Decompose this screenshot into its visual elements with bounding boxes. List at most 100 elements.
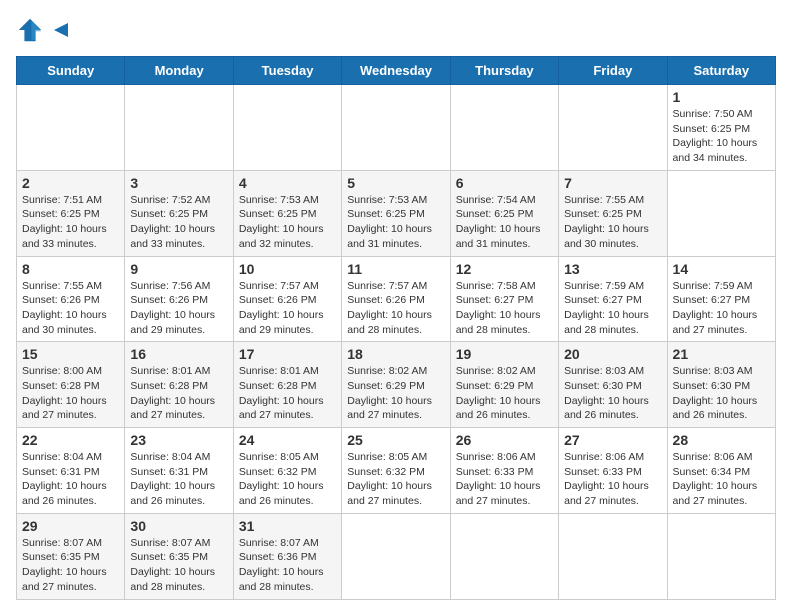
calendar-day: 15 Sunrise: 8:00 AM Sunset: 6:28 PM Dayl… xyxy=(17,342,125,428)
day-info: Sunrise: 8:07 AM Sunset: 6:36 PM Dayligh… xyxy=(239,536,336,595)
calendar-day: 23 Sunrise: 8:04 AM Sunset: 6:31 PM Dayl… xyxy=(125,428,233,514)
calendar-table: SundayMondayTuesdayWednesdayThursdayFrid… xyxy=(16,56,776,600)
calendar-day: 25 Sunrise: 8:05 AM Sunset: 6:32 PM Dayl… xyxy=(342,428,450,514)
day-number: 19 xyxy=(456,346,553,362)
day-info: Sunrise: 7:59 AM Sunset: 6:27 PM Dayligh… xyxy=(564,279,661,338)
day-number: 7 xyxy=(564,175,661,191)
calendar-day: 26 Sunrise: 8:06 AM Sunset: 6:33 PM Dayl… xyxy=(450,428,558,514)
calendar-week-row: 2 Sunrise: 7:51 AM Sunset: 6:25 PM Dayli… xyxy=(17,170,776,256)
day-number: 8 xyxy=(22,261,119,277)
calendar-day: 22 Sunrise: 8:04 AM Sunset: 6:31 PM Dayl… xyxy=(17,428,125,514)
calendar-day: 3 Sunrise: 7:52 AM Sunset: 6:25 PM Dayli… xyxy=(125,170,233,256)
day-info: Sunrise: 8:01 AM Sunset: 6:28 PM Dayligh… xyxy=(239,364,336,423)
calendar-day: 20 Sunrise: 8:03 AM Sunset: 6:30 PM Dayl… xyxy=(559,342,667,428)
day-info: Sunrise: 7:55 AM Sunset: 6:26 PM Dayligh… xyxy=(22,279,119,338)
day-header-sunday: Sunday xyxy=(17,57,125,85)
calendar-week-row: 8 Sunrise: 7:55 AM Sunset: 6:26 PM Dayli… xyxy=(17,256,776,342)
day-header-saturday: Saturday xyxy=(667,57,775,85)
day-number: 4 xyxy=(239,175,336,191)
calendar-day: 31 Sunrise: 8:07 AM Sunset: 6:36 PM Dayl… xyxy=(233,513,341,599)
day-number: 26 xyxy=(456,432,553,448)
day-info: Sunrise: 7:55 AM Sunset: 6:25 PM Dayligh… xyxy=(564,193,661,252)
day-info: Sunrise: 8:03 AM Sunset: 6:30 PM Dayligh… xyxy=(564,364,661,423)
day-number: 28 xyxy=(673,432,770,448)
calendar-day: 7 Sunrise: 7:55 AM Sunset: 6:25 PM Dayli… xyxy=(559,170,667,256)
day-number: 30 xyxy=(130,518,227,534)
empty-cell xyxy=(450,85,558,171)
day-number: 29 xyxy=(22,518,119,534)
day-number: 5 xyxy=(347,175,444,191)
day-number: 1 xyxy=(673,89,770,105)
calendar-day: 8 Sunrise: 7:55 AM Sunset: 6:26 PM Dayli… xyxy=(17,256,125,342)
day-info: Sunrise: 8:03 AM Sunset: 6:30 PM Dayligh… xyxy=(673,364,770,423)
calendar-day: 21 Sunrise: 8:03 AM Sunset: 6:30 PM Dayl… xyxy=(667,342,775,428)
calendar-day: 10 Sunrise: 7:57 AM Sunset: 6:26 PM Dayl… xyxy=(233,256,341,342)
day-number: 16 xyxy=(130,346,227,362)
day-number: 2 xyxy=(22,175,119,191)
day-number: 23 xyxy=(130,432,227,448)
day-info: Sunrise: 8:01 AM Sunset: 6:28 PM Dayligh… xyxy=(130,364,227,423)
day-info: Sunrise: 8:04 AM Sunset: 6:31 PM Dayligh… xyxy=(22,450,119,509)
logo-icon xyxy=(16,16,44,44)
day-info: Sunrise: 8:00 AM Sunset: 6:28 PM Dayligh… xyxy=(22,364,119,423)
logo-arrow-icon xyxy=(50,19,72,41)
day-info: Sunrise: 7:53 AM Sunset: 6:25 PM Dayligh… xyxy=(347,193,444,252)
empty-cell xyxy=(559,513,667,599)
calendar-day: 1 Sunrise: 7:50 AM Sunset: 6:25 PM Dayli… xyxy=(667,85,775,171)
calendar-day: 18 Sunrise: 8:02 AM Sunset: 6:29 PM Dayl… xyxy=(342,342,450,428)
day-info: Sunrise: 7:59 AM Sunset: 6:27 PM Dayligh… xyxy=(673,279,770,338)
calendar-day: 11 Sunrise: 7:57 AM Sunset: 6:26 PM Dayl… xyxy=(342,256,450,342)
day-number: 12 xyxy=(456,261,553,277)
day-header-wednesday: Wednesday xyxy=(342,57,450,85)
day-info: Sunrise: 8:02 AM Sunset: 6:29 PM Dayligh… xyxy=(347,364,444,423)
calendar-day: 9 Sunrise: 7:56 AM Sunset: 6:26 PM Dayli… xyxy=(125,256,233,342)
empty-cell xyxy=(17,85,125,171)
calendar-day: 24 Sunrise: 8:05 AM Sunset: 6:32 PM Dayl… xyxy=(233,428,341,514)
day-header-tuesday: Tuesday xyxy=(233,57,341,85)
day-number: 10 xyxy=(239,261,336,277)
calendar-week-row: 29 Sunrise: 8:07 AM Sunset: 6:35 PM Dayl… xyxy=(17,513,776,599)
calendar-day: 5 Sunrise: 7:53 AM Sunset: 6:25 PM Dayli… xyxy=(342,170,450,256)
day-number: 13 xyxy=(564,261,661,277)
day-info: Sunrise: 7:58 AM Sunset: 6:27 PM Dayligh… xyxy=(456,279,553,338)
day-info: Sunrise: 7:56 AM Sunset: 6:26 PM Dayligh… xyxy=(130,279,227,338)
day-header-friday: Friday xyxy=(559,57,667,85)
day-number: 9 xyxy=(130,261,227,277)
calendar-day: 16 Sunrise: 8:01 AM Sunset: 6:28 PM Dayl… xyxy=(125,342,233,428)
day-info: Sunrise: 7:53 AM Sunset: 6:25 PM Dayligh… xyxy=(239,193,336,252)
day-number: 31 xyxy=(239,518,336,534)
day-number: 18 xyxy=(347,346,444,362)
day-number: 21 xyxy=(673,346,770,362)
calendar-day: 29 Sunrise: 8:07 AM Sunset: 6:35 PM Dayl… xyxy=(17,513,125,599)
calendar-header-row: SundayMondayTuesdayWednesdayThursdayFrid… xyxy=(17,57,776,85)
empty-cell xyxy=(450,513,558,599)
calendar-day: 4 Sunrise: 7:53 AM Sunset: 6:25 PM Dayli… xyxy=(233,170,341,256)
day-number: 25 xyxy=(347,432,444,448)
day-header-thursday: Thursday xyxy=(450,57,558,85)
empty-cell xyxy=(667,513,775,599)
empty-cell xyxy=(233,85,341,171)
day-info: Sunrise: 7:51 AM Sunset: 6:25 PM Dayligh… xyxy=(22,193,119,252)
day-info: Sunrise: 7:57 AM Sunset: 6:26 PM Dayligh… xyxy=(239,279,336,338)
logo xyxy=(16,16,74,44)
calendar-day: 27 Sunrise: 8:06 AM Sunset: 6:33 PM Dayl… xyxy=(559,428,667,514)
day-number: 15 xyxy=(22,346,119,362)
day-info: Sunrise: 7:54 AM Sunset: 6:25 PM Dayligh… xyxy=(456,193,553,252)
page-header xyxy=(16,16,776,44)
day-info: Sunrise: 7:57 AM Sunset: 6:26 PM Dayligh… xyxy=(347,279,444,338)
day-number: 6 xyxy=(456,175,553,191)
empty-cell xyxy=(342,85,450,171)
day-number: 22 xyxy=(22,432,119,448)
calendar-day: 30 Sunrise: 8:07 AM Sunset: 6:35 PM Dayl… xyxy=(125,513,233,599)
calendar-day: 28 Sunrise: 8:06 AM Sunset: 6:34 PM Dayl… xyxy=(667,428,775,514)
calendar-day: 17 Sunrise: 8:01 AM Sunset: 6:28 PM Dayl… xyxy=(233,342,341,428)
empty-cell xyxy=(559,85,667,171)
day-number: 3 xyxy=(130,175,227,191)
day-info: Sunrise: 8:06 AM Sunset: 6:33 PM Dayligh… xyxy=(564,450,661,509)
calendar-week-row: 22 Sunrise: 8:04 AM Sunset: 6:31 PM Dayl… xyxy=(17,428,776,514)
calendar-day: 6 Sunrise: 7:54 AM Sunset: 6:25 PM Dayli… xyxy=(450,170,558,256)
calendar-day: 13 Sunrise: 7:59 AM Sunset: 6:27 PM Dayl… xyxy=(559,256,667,342)
day-info: Sunrise: 8:02 AM Sunset: 6:29 PM Dayligh… xyxy=(456,364,553,423)
calendar-day: 2 Sunrise: 7:51 AM Sunset: 6:25 PM Dayli… xyxy=(17,170,125,256)
calendar-day: 12 Sunrise: 7:58 AM Sunset: 6:27 PM Dayl… xyxy=(450,256,558,342)
